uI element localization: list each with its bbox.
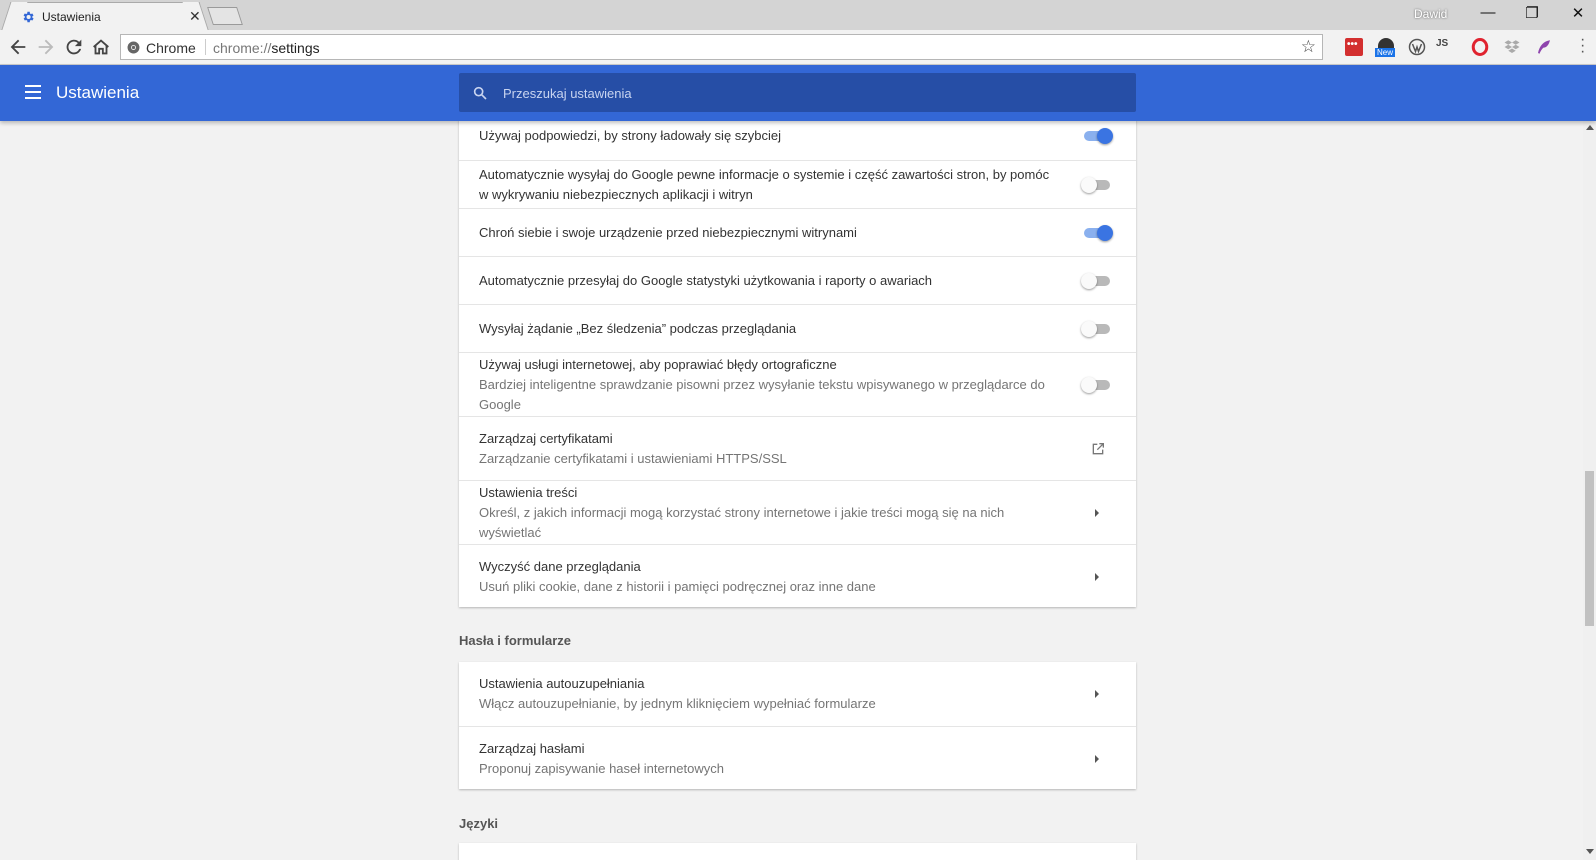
row-title: Zarządzaj hasłami [479,741,585,756]
search-input[interactable] [503,83,1103,103]
row-title: Używaj usługi internetowej, aby poprawia… [479,357,837,372]
settings-row-autofill[interactable]: Ustawienia autouzupełniania Włącz autouz… [459,662,1136,726]
settings-row-usage-stats[interactable]: Automatycznie przesyłaj do Google statys… [459,256,1136,304]
back-arrow-icon[interactable] [7,36,29,58]
wordpress-icon[interactable] [1408,38,1426,56]
row-title: Ustawienia autouzupełniania [479,676,645,691]
do-not-track-toggle[interactable] [1081,319,1113,339]
tab-settings[interactable]: Ustawienia ✕ [10,2,201,30]
scrollbar-thumb[interactable] [1585,471,1594,626]
settings-row-safe-browsing-reports[interactable]: Automatycznie wysyłaj do Google pewne in… [459,160,1136,208]
languages-card [459,843,1136,860]
window-close-icon[interactable]: ✕ [1568,4,1588,22]
row-title-continued: w wykrywaniu niebezpiecznych aplikacji i… [479,187,753,202]
settings-row-safe-browsing[interactable]: Chroń siebie i swoje urządzenie przed ni… [459,208,1136,256]
settings-header: Ustawienia [0,65,1596,121]
feather-icon[interactable] [1535,38,1553,56]
hamburger-menu-icon[interactable] [25,85,41,99]
origin-label: Chrome [146,40,196,56]
omnibox-divider [205,39,206,55]
row-title: Ustawienia treści [479,485,578,500]
settings-content: Używaj podpowiedzi, by strony ładowały s… [0,121,1583,860]
section-title-languages: Języki [459,816,499,831]
scroll-up-arrow-icon[interactable] [1586,125,1594,130]
page-title: Ustawienia [56,83,140,102]
profile-name[interactable]: Dawid [1414,7,1447,21]
row-subtitle-continued: Google [479,397,521,412]
row-subtitle: Zarządzanie certyfikatami i ustawieniami… [479,451,787,466]
row-subtitle: Proponuj zapisywanie haseł internetowych [479,761,724,776]
row-title: Używaj podpowiedzi, by strony ładowały s… [479,128,782,143]
browser-toolbar: Chrome chrome://settings ☆ ••• New JS · ·… [0,30,1596,65]
external-link-icon[interactable] [1090,441,1106,457]
row-subtitle: Włącz autouzupełnianie, by jednym klikni… [479,696,876,711]
search-icon [473,86,487,100]
safe-browsing-toggle[interactable] [1081,223,1113,243]
url-text[interactable]: chrome://settings [213,40,320,56]
row-title: Wyczyść dane przeglądania [479,559,641,574]
minimize-icon[interactable]: — [1478,4,1498,21]
spellcheck-toggle[interactable] [1081,375,1113,395]
bookmark-star-icon[interactable]: ☆ [1301,37,1316,57]
row-title: Zarządzaj certyfikatami [479,431,613,446]
tab-strip: Ustawienia ✕ Dawid — ❐ ✕ [0,0,1596,30]
chevron-right-icon[interactable] [1093,572,1101,582]
reload-icon[interactable] [63,36,85,58]
gear-icon [23,11,34,23]
page-scrollbar[interactable] [1583,121,1596,860]
settings-search[interactable] [459,73,1136,112]
tab-close-icon[interactable]: ✕ [189,8,201,25]
address-bar[interactable]: Chrome chrome://settings ☆ [120,34,1323,60]
settings-row-prediction[interactable]: Używaj podpowiedzi, by strony ładowały s… [459,121,1136,160]
lastpass-icon[interactable]: ••• [1345,38,1363,56]
chrome-logo-icon [127,41,140,54]
settings-row-certificates[interactable]: Zarządzaj certyfikatami Zarządzanie cert… [459,416,1136,480]
chevron-right-icon[interactable] [1093,508,1101,518]
home-icon[interactable] [90,36,112,58]
row-title: Automatycznie przesyłaj do Google statys… [479,273,933,288]
usage-stats-toggle[interactable] [1081,271,1113,291]
chevron-right-icon[interactable] [1093,689,1101,699]
row-subtitle-continued: wyświetlać [479,525,542,540]
new-tab-button[interactable] [207,7,243,25]
new-badge-extension-icon[interactable]: New [1375,38,1396,57]
settings-row-spellcheck[interactable]: Używaj usługi internetowej, aby poprawia… [459,352,1136,416]
privacy-card: Używaj podpowiedzi, by strony ładowały s… [459,121,1136,607]
tab-title: Ustawienia [42,10,101,24]
chevron-right-icon[interactable] [1093,754,1101,764]
settings-row-do-not-track[interactable]: Wysyłaj żądanie „Bez śledzenia” podczas … [459,304,1136,352]
prediction-toggle[interactable] [1081,126,1113,146]
js-extension-icon[interactable]: JS [1436,38,1454,56]
row-subtitle: Bardziej inteligentne sprawdzanie pisown… [479,377,1045,392]
safe-browsing-reports-toggle[interactable] [1081,175,1113,195]
forward-arrow-icon[interactable] [35,36,57,58]
row-title: Automatycznie wysyłaj do Google pewne in… [479,167,1050,182]
settings-row-content-settings[interactable]: Ustawienia treści Określ, z jakich infor… [459,480,1136,544]
passwords-card: Ustawienia autouzupełniania Włącz autouz… [459,662,1136,789]
settings-row-clear-browsing-data[interactable]: Wyczyść dane przeglądania Usuń pliki coo… [459,544,1136,607]
row-title: Wysyłaj żądanie „Bez śledzenia” podczas … [479,321,797,336]
row-subtitle: Usuń pliki cookie, dane z historii i pam… [479,579,876,594]
chrome-menu-icon[interactable]: · · · [1580,32,1585,60]
row-title: Chroń siebie i swoje urządzenie przed ni… [479,225,857,240]
row-subtitle: Określ, z jakich informacji mogą korzyst… [479,505,1005,520]
settings-row-manage-passwords[interactable]: Zarządzaj hasłami Proponuj zapisywanie h… [459,726,1136,789]
opera-icon[interactable] [1471,38,1489,56]
scroll-down-arrow-icon[interactable] [1586,849,1594,854]
dropbox-icon[interactable] [1503,38,1521,56]
restore-icon[interactable]: ❐ [1522,4,1542,22]
section-title-passwords: Hasła i formularze [459,633,571,648]
